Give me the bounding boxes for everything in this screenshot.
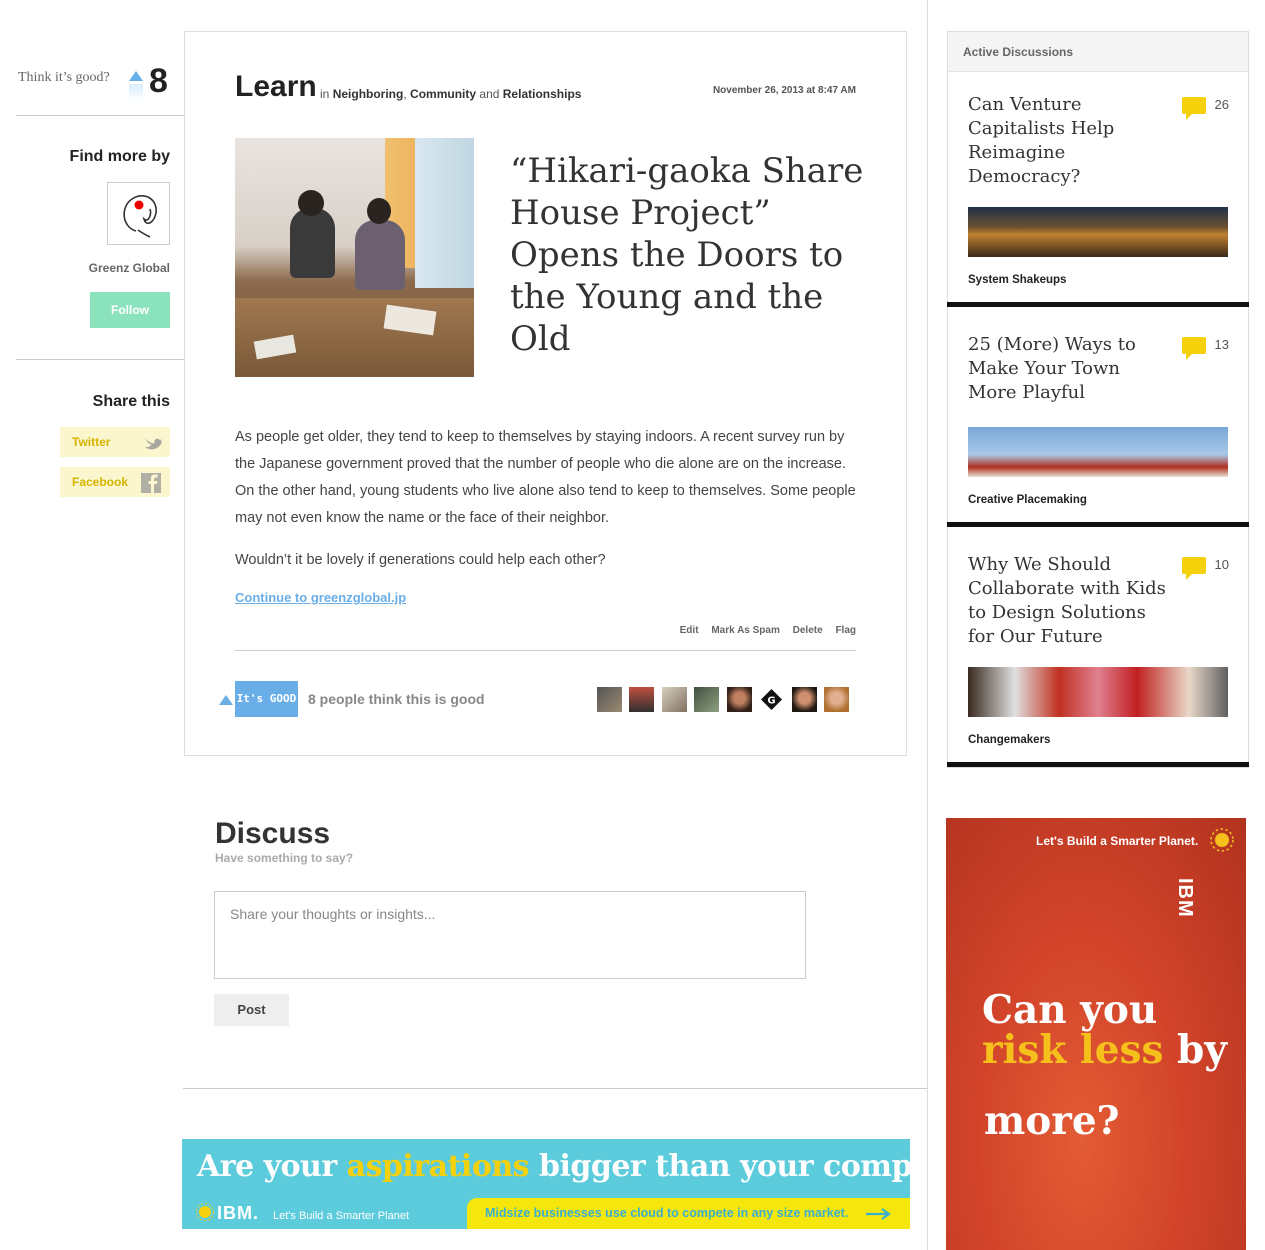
banner-headline: Are your aspirations bigger than your co…	[197, 1149, 910, 1184]
discussion-category[interactable]: Creative Placemaking	[968, 494, 1087, 506]
flag-link[interactable]: Flag	[835, 625, 856, 636]
continue-link[interactable]: Continue to greenzglobal.jp	[235, 590, 406, 605]
discussion-category[interactable]: System Shakeups	[968, 274, 1066, 286]
active-discussions-heading: Active Discussions	[948, 32, 1248, 72]
voter-avatar[interactable]	[824, 687, 850, 712]
ad-headline-line2-end: by	[1177, 1027, 1227, 1073]
ibm-logo: IBM	[1174, 878, 1196, 918]
upvote-arrow-stem	[129, 84, 143, 102]
ad-headline-line1: Can you	[982, 987, 1158, 1033]
discussion-separator	[947, 522, 1249, 527]
voter-avatar[interactable]	[661, 687, 687, 712]
discuss-subheading: Have something to say?	[215, 851, 354, 865]
comment-count: 10	[1214, 557, 1229, 572]
divider	[183, 1088, 927, 1089]
voter-avatar[interactable]: G	[759, 687, 785, 712]
facebook-share-button[interactable]: Facebook	[60, 467, 170, 497]
ad-tagline: Let's Build a Smarter Planet.	[1036, 834, 1199, 848]
article-paragraph: Wouldn’t it be lovely if generations cou…	[235, 552, 606, 568]
comment-input[interactable]	[214, 891, 806, 979]
vote-count: 8	[149, 62, 168, 100]
twitter-label: Twitter	[72, 435, 111, 449]
post-button[interactable]: Post	[214, 994, 289, 1026]
discussion-title[interactable]: Why We Should Collaborate with Kids to D…	[968, 553, 1173, 649]
banner-headline-highlight: aspirations	[346, 1149, 530, 1184]
svg-text:G: G	[768, 696, 776, 707]
category-link-neighboring[interactable]: Neighboring	[333, 87, 404, 101]
discussion-image[interactable]	[968, 427, 1228, 477]
article-title[interactable]: “Hikari-gaoka Share House Project” Opens…	[510, 150, 870, 360]
voter-avatar[interactable]	[629, 687, 655, 712]
banner-cta-text: Midsize businesses use cloud to compete …	[485, 1206, 849, 1220]
think-good-label: Think it’s good?	[18, 70, 110, 85]
comment-bubble-icon	[1182, 557, 1206, 580]
column-divider	[927, 0, 928, 1250]
discussion-image[interactable]	[968, 207, 1228, 257]
crumb-and: and	[479, 87, 500, 101]
banner-tagline: Let's Build a Smarter Planet	[273, 1210, 410, 1222]
banner-headline-start: Are your	[197, 1149, 337, 1184]
voter-avatar[interactable]	[694, 687, 720, 712]
ad-headline-line3: more?	[984, 1098, 1120, 1144]
people-count-text[interactable]: 8 people think this is good	[308, 691, 485, 707]
edit-link[interactable]: Edit	[680, 625, 699, 636]
discussion-separator	[947, 302, 1249, 307]
its-good-button[interactable]: It's GOOD	[235, 681, 298, 717]
globe-icon	[196, 1203, 214, 1221]
discussion-title[interactable]: 25 (More) Ways to Make Your Town More Pl…	[968, 333, 1173, 405]
comment-count: 26	[1214, 97, 1229, 112]
article-paragraph: As people get older, they tend to keep t…	[235, 429, 856, 526]
crumb-separator: ,	[403, 87, 407, 101]
arrow-right-icon	[866, 1208, 891, 1220]
twitter-bird-icon	[144, 437, 162, 450]
divider	[16, 359, 184, 360]
banner-cta[interactable]: Midsize businesses use cloud to compete …	[467, 1198, 910, 1229]
upvote-arrow-icon[interactable]	[129, 71, 143, 81]
voter-avatar[interactable]	[597, 687, 622, 712]
divider	[235, 650, 856, 651]
post-actions: Edit Mark As Spam Delete Flag	[600, 625, 856, 636]
twitter-share-button[interactable]: Twitter	[60, 427, 170, 457]
category-link-community[interactable]: Community	[410, 87, 476, 101]
discussion-image[interactable]	[968, 667, 1228, 717]
ad-headline-highlight: risk less	[982, 1027, 1164, 1073]
ibm-logo: IBM.	[217, 1203, 259, 1223]
voter-avatars: G	[597, 687, 852, 712]
discuss-heading: Discuss	[215, 817, 331, 850]
share-heading: Share this	[92, 393, 170, 410]
ad-headline: Can you risk less by	[982, 990, 1232, 1070]
category-link-relationships[interactable]: Relationships	[503, 87, 582, 101]
voter-avatar[interactable]	[791, 687, 817, 712]
facebook-f-icon	[141, 473, 161, 493]
good-logo-icon: G	[761, 689, 783, 710]
delete-link[interactable]: Delete	[793, 625, 823, 636]
breadcrumb: in Neighboring, Community and Relationsh…	[320, 87, 581, 101]
mark-as-spam-link[interactable]: Mark As Spam	[711, 625, 780, 636]
greenz-logo-icon	[123, 195, 157, 238]
article-photo[interactable]	[235, 138, 474, 377]
banner-headline-end: bigger than your company?	[539, 1149, 910, 1184]
ibm-banner-ad[interactable]: Are your aspirations bigger than your co…	[182, 1139, 910, 1229]
divider	[16, 115, 184, 116]
follow-button[interactable]: Follow	[90, 292, 170, 328]
section-title[interactable]: Learn	[235, 70, 317, 104]
voter-avatar[interactable]	[726, 687, 752, 712]
facebook-label: Facebook	[72, 475, 129, 489]
author-avatar[interactable]	[107, 182, 170, 245]
discussion-category[interactable]: Changemakers	[968, 734, 1050, 746]
crumb-in: in	[320, 87, 330, 101]
find-more-heading: Find more by	[69, 148, 170, 165]
comment-bubble-icon	[1182, 97, 1206, 120]
globe-icon	[1210, 828, 1234, 852]
author-name[interactable]: Greenz Global	[70, 261, 170, 275]
discussion-title[interactable]: Can Venture Capitalists Help Reimagine D…	[968, 93, 1173, 189]
comment-count: 13	[1214, 337, 1229, 352]
discussion-separator	[947, 762, 1249, 767]
comment-bubble-icon	[1182, 337, 1206, 360]
ibm-side-ad[interactable]: Let's Build a Smarter Planet. IBM Can yo…	[946, 818, 1246, 1250]
upvote-arrow-icon[interactable]	[219, 695, 233, 705]
post-date: November 26, 2013 at 8:47 AM	[712, 85, 856, 96]
